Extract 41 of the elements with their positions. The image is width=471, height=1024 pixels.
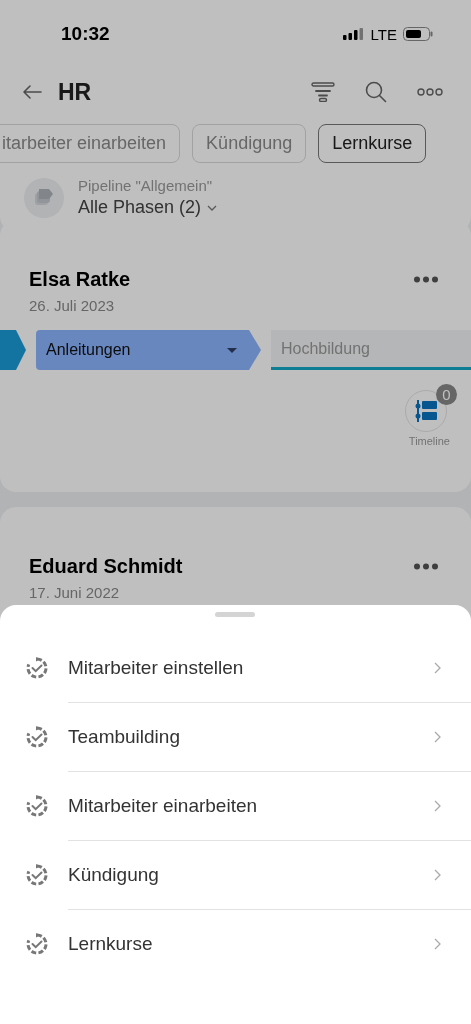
caret-icon [227, 347, 237, 353]
stage-button[interactable] [0, 330, 26, 370]
card-date: 26. Juli 2023 [29, 297, 116, 314]
search-icon[interactable] [365, 81, 387, 103]
menu-item[interactable]: Mitarbeiter einstellen [0, 634, 471, 702]
more-icon[interactable] [417, 88, 443, 96]
filter-chip[interactable]: Lernkurse [318, 124, 427, 163]
stage-button[interactable]: Anleitungen [36, 330, 261, 370]
progress-check-icon [25, 794, 49, 818]
network-label: LTE [370, 25, 397, 43]
battery-icon [403, 27, 433, 41]
chevron-right-icon [434, 938, 441, 950]
chevron-right-icon [434, 869, 441, 881]
progress-check-icon [25, 863, 49, 887]
contact-name: Eduard Schmidt [29, 555, 183, 578]
status-time: 10:32 [61, 23, 110, 45]
progress-check-icon [25, 656, 49, 680]
page-title: HR [58, 78, 92, 106]
count-badge: 0 [436, 384, 457, 405]
more-icon[interactable] [413, 276, 439, 283]
filter-icon[interactable] [311, 82, 335, 102]
phase-selector[interactable]: Alle Phasen (2) [78, 197, 218, 218]
contact-name: Elsa Ratke [29, 268, 131, 291]
menu-item[interactable]: Lernkurse [68, 909, 471, 978]
menu-item[interactable]: Kündigung [68, 840, 471, 909]
card-date: 17. Juni 2022 [29, 584, 121, 601]
timeline-icon [415, 400, 437, 422]
back-arrow-icon[interactable] [22, 85, 42, 99]
menu-item[interactable]: Teambuilding [68, 702, 471, 771]
progress-check-icon [25, 725, 49, 749]
chevron-right-icon [434, 662, 441, 674]
timeline-label: Timeline [408, 435, 450, 447]
pipeline-label: Pipeline "Allgemein" [78, 177, 214, 194]
chevron-down-icon [207, 204, 218, 211]
chevron-right-icon [434, 731, 441, 743]
signal-icon [342, 28, 365, 40]
progress-check-icon [25, 932, 49, 956]
more-icon[interactable] [413, 563, 439, 570]
menu-item[interactable]: Mitarbeiter einarbeiten [68, 771, 471, 840]
chevron-right-icon [434, 800, 441, 812]
sheet-handle[interactable] [215, 612, 255, 617]
